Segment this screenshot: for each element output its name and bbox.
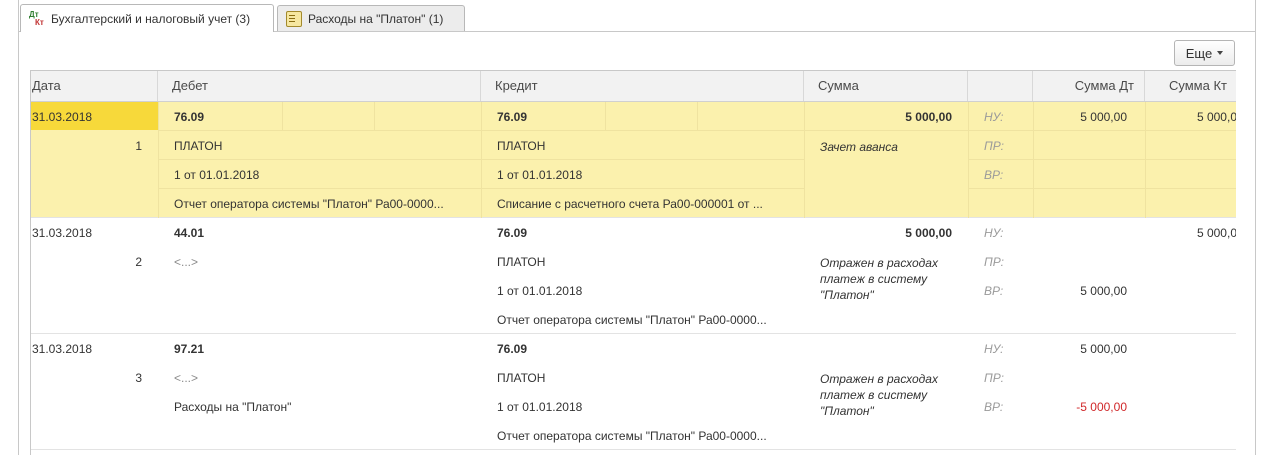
column-header-accounting-type[interactable] [968,71,1033,101]
posting-number: 2 [135,255,142,269]
cell-divider [605,102,606,130]
tax-code-nu: НУ: [984,110,1004,124]
cell-divider [158,188,804,189]
credit-subconto-3: Отчет оператора системы "Платон" Ра00-00… [497,313,767,327]
tax-code-vr: ВР: [984,284,1004,298]
table-row[interactable]: 31.03.2018 1 76.09 ПЛАТОН 1 от 01.01.201… [31,102,1236,218]
debit-subconto-1: <...> [174,255,199,269]
cell-divider [282,102,283,130]
posting-number: 1 [135,139,142,153]
cell-divider [158,159,804,160]
debit-subconto-2: 1 от 01.01.2018 [174,168,260,182]
credit-subconto-2: 1 от 01.01.2018 [497,400,583,414]
posting-amount: 5 000,00 [905,226,952,240]
debit-account: 97.21 [174,342,205,356]
tab-accounting-label: Бухгалтерский и налоговый учет (3) [51,11,251,26]
cell-divider [158,102,159,218]
credit-account: 76.09 [497,110,528,124]
credit-subconto-1: ПЛАТОН [497,255,546,269]
cell-divider [481,102,482,218]
posting-date: 31.03.2018 [32,342,93,356]
credit-account: 76.09 [497,342,528,356]
cell-divider [804,130,1236,131]
credit-subconto-2: 1 от 01.01.2018 [497,284,583,298]
credit-subconto-1: ПЛАТОН [497,139,546,153]
debit-account: 44.01 [174,226,205,240]
table-header: Дата Дебет Кредит Сумма Сумма Дт Сумма К… [31,71,1236,102]
cell-divider [968,159,1236,160]
posting-content: Отражен в расходах платеж в систему "Пла… [820,256,938,302]
tax-code-vr: ВР: [984,168,1004,182]
posting-number: 3 [135,371,142,385]
tax-code-pr: ПР: [984,139,1004,153]
amount-dt-nu: 5 000,00 [1080,342,1127,356]
amount-dt-vr: -5 000,00 [1076,400,1127,414]
cell-divider [374,102,375,130]
tab-platon-expenses-label: Расходы на "Платон" (1) [308,11,444,26]
debit-subconto-3: Отчет оператора системы "Платон" Ра00-00… [174,197,444,211]
tax-code-nu: НУ: [984,226,1004,240]
cell-divider [158,130,804,131]
credit-account: 76.09 [497,226,528,240]
table-row[interactable]: 31.03.2018 3 97.21 <...> Расходы на "Пла… [31,334,1236,450]
tab-accounting[interactable]: Дт Кт Бухгалтерский и налоговый учет (3) [20,4,274,32]
postings-table[interactable]: Дата Дебет Кредит Сумма Сумма Дт Сумма К… [30,70,1236,455]
document-icon [286,10,302,27]
column-header-date[interactable]: Дата [31,71,158,101]
amount-kt-nu: 5 000,0 [1196,110,1236,124]
more-button[interactable]: Еще [1174,40,1235,66]
chevron-down-icon [1217,51,1224,55]
amount-dt-nu: 5 000,00 [1080,110,1127,124]
table-row[interactable]: 31.03.2018 2 44.01 <...> 76.09 ПЛАТОН 1 … [31,218,1236,334]
credit-subconto-3: Отчет оператора системы "Платон" Ра00-00… [497,429,767,443]
tax-code-nu: НУ: [984,342,1004,356]
posting-amount: 5 000,00 [905,110,952,124]
cell-divider [968,102,969,218]
posting-date: 31.03.2018 [32,110,93,124]
dt-kt-icon: Дт Кт [29,9,44,27]
credit-subconto-1: ПЛАТОН [497,371,546,385]
form-frame-left [18,0,19,455]
column-header-amount-kt[interactable]: Сумма Кт [1145,71,1236,101]
debit-subconto-1: <...> [174,371,199,385]
debit-subconto-2: Расходы на "Платон" [174,400,292,414]
tax-code-vr: ВР: [984,400,1004,414]
amount-dt-vr: 5 000,00 [1080,284,1127,298]
tax-code-pr: ПР: [984,255,1004,269]
column-header-amount-dt[interactable]: Сумма Дт [1033,71,1145,101]
posting-content: Отражен в расходах платеж в систему "Пла… [820,372,938,418]
posting-content: Зачет аванса [820,140,898,154]
column-header-credit[interactable]: Кредит [481,71,804,101]
credit-subconto-3: Списание с расчетного счета Ра00-000001 … [497,197,763,211]
cell-divider [697,102,698,130]
cell-divider [968,188,1236,189]
column-header-debit[interactable]: Дебет [158,71,481,101]
column-header-amount[interactable]: Сумма [804,71,968,101]
tax-code-pr: ПР: [984,371,1004,385]
credit-subconto-2: 1 от 01.01.2018 [497,168,583,182]
more-button-label: Еще [1185,45,1213,61]
tab-platon-expenses[interactable]: Расходы на "Платон" (1) [277,5,465,31]
amount-kt-nu: 5 000,0 [1196,226,1236,240]
posting-date: 31.03.2018 [32,226,93,240]
debit-subconto-1: ПЛАТОН [174,139,223,153]
debit-account: 76.09 [174,110,205,124]
form-frame-right [1255,0,1256,455]
